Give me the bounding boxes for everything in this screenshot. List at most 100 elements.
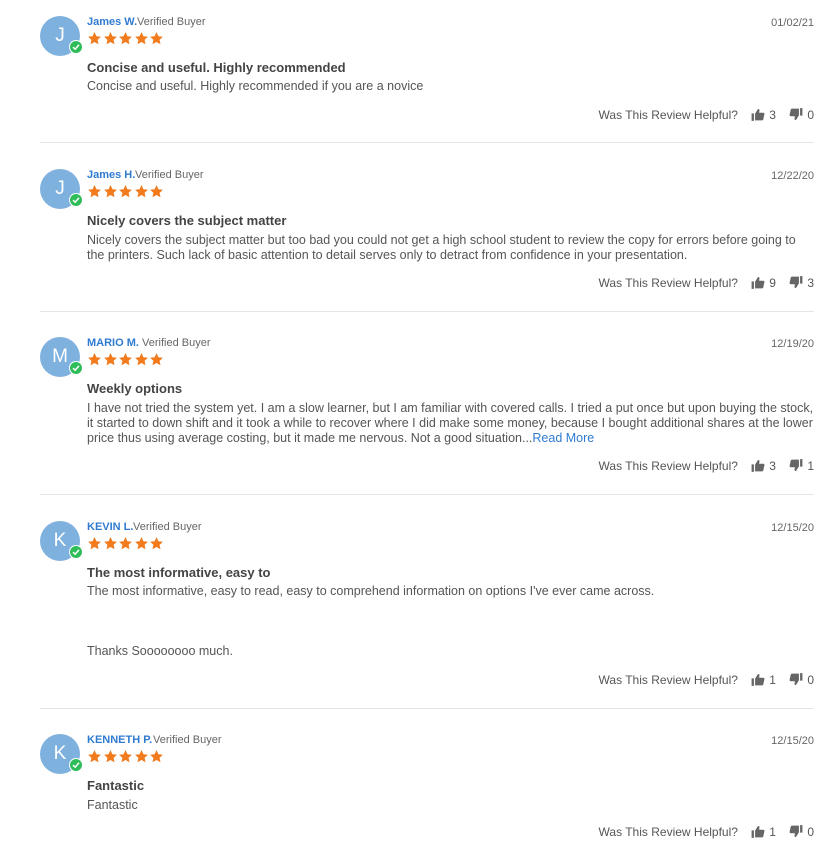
thumbs-down-icon[interactable]	[789, 673, 803, 689]
avatar-initial: M	[52, 346, 68, 367]
review-divider	[40, 494, 814, 495]
star-icon	[103, 31, 118, 46]
review-item: J James W. Verified Buyer 01/02/21 Conci…	[40, 16, 814, 126]
star-icon	[103, 352, 118, 367]
review-body: Fantastic	[87, 798, 138, 812]
downvote-count: 3	[807, 276, 814, 291]
review-item: K KEVIN L. Verified Buyer 12/15/20 The m…	[40, 521, 814, 691]
star-icon	[87, 184, 102, 199]
star-icon	[87, 352, 102, 367]
helpful-label: Was This Review Helpful?	[598, 673, 738, 688]
downvote-count: 1	[807, 459, 814, 474]
review-title: Weekly options	[87, 381, 183, 396]
review-body-text: I have not tried the system yet. I am a …	[87, 401, 814, 445]
review-item: J James H. Verified Buyer 12/22/20 Nicel…	[40, 169, 814, 295]
star-icon	[87, 749, 102, 764]
downvote-count: 0	[807, 108, 814, 123]
upvote-count: 3	[769, 459, 776, 474]
avatar-initial: K	[53, 743, 67, 764]
star-rating	[87, 184, 165, 200]
thumbs-down-icon[interactable]	[789, 825, 803, 841]
star-rating	[87, 31, 165, 47]
review-date: 12/15/20	[771, 522, 814, 534]
star-icon	[134, 31, 149, 46]
review-item: K KENNETH P. Verified Buyer 12/15/20 Fan…	[40, 734, 814, 850]
helpful-votes: Was This Review Helpful? 3 0	[599, 108, 814, 124]
read-more-link[interactable]: Read More	[532, 431, 594, 445]
star-icon	[134, 184, 149, 199]
helpful-label: Was This Review Helpful?	[598, 459, 738, 474]
star-icon	[118, 352, 133, 367]
thumbs-up-icon[interactable]	[751, 825, 765, 841]
reviewer-name[interactable]: KEVIN L.	[87, 521, 133, 533]
star-icon	[118, 31, 133, 46]
review-body: Nicely covers the subject matter but too…	[87, 233, 796, 262]
verified-check-icon	[69, 193, 83, 207]
star-icon	[134, 749, 149, 764]
review-body: I have not tried the system yet. I am a …	[87, 401, 814, 446]
reviewer-name[interactable]: KENNETH P.	[87, 734, 152, 746]
star-icon	[134, 352, 149, 367]
helpful-votes: Was This Review Helpful? 3 1	[599, 459, 814, 475]
star-icon	[149, 749, 164, 764]
review-date: 12/22/20	[771, 170, 814, 182]
verified-buyer-label: Verified Buyer	[137, 16, 206, 28]
thumbs-down-icon[interactable]	[789, 459, 803, 475]
helpful-votes: Was This Review Helpful? 1 0	[599, 825, 814, 841]
review-date: 12/15/20	[771, 735, 814, 747]
thumbs-up-icon[interactable]	[751, 673, 765, 689]
reviewer-name[interactable]: James W.	[87, 16, 137, 28]
helpful-label: Was This Review Helpful?	[598, 276, 738, 291]
helpful-votes: Was This Review Helpful? 9 3	[599, 276, 814, 292]
upvote-count: 9	[769, 276, 776, 291]
downvote-count: 0	[807, 673, 814, 688]
verified-buyer-label: Verified Buyer	[142, 337, 211, 349]
verified-check-icon	[69, 361, 83, 375]
verified-check-icon	[69, 545, 83, 559]
review-body: Concise and useful. Highly recommended i…	[87, 79, 424, 93]
star-icon	[87, 31, 102, 46]
verified-buyer-label: Verified Buyer	[153, 734, 222, 746]
review-title: Fantastic	[87, 778, 145, 793]
upvote-count: 1	[769, 673, 776, 688]
review-item: M MARIO M. Verified Buyer 12/19/20 Weekl…	[40, 337, 814, 477]
reviewer-name[interactable]: MARIO M.	[87, 337, 139, 349]
thumbs-down-icon[interactable]	[789, 108, 803, 124]
review-divider	[40, 708, 814, 709]
star-rating	[87, 536, 165, 552]
review-title: Nicely covers the subject matter	[87, 213, 287, 228]
review-body-second-paragraph: Thanks Soooooooo much.	[87, 644, 233, 658]
star-icon	[103, 749, 118, 764]
star-icon	[149, 352, 164, 367]
star-icon	[118, 184, 133, 199]
thumbs-up-icon[interactable]	[751, 276, 765, 292]
verified-buyer-label: Verified Buyer	[135, 169, 204, 181]
verified-check-icon	[69, 40, 83, 54]
avatar-initial: K	[53, 530, 67, 551]
star-icon	[103, 184, 118, 199]
star-icon	[118, 536, 133, 551]
star-icon	[134, 536, 149, 551]
star-icon	[87, 536, 102, 551]
review-title: The most informative, easy to	[87, 565, 271, 580]
verified-check-icon	[69, 758, 83, 772]
avatar-initial: J	[55, 178, 65, 199]
helpful-votes: Was This Review Helpful? 1 0	[599, 673, 814, 689]
star-rating	[87, 749, 165, 765]
thumbs-up-icon[interactable]	[751, 108, 765, 124]
avatar-initial: J	[55, 25, 65, 46]
star-icon	[118, 749, 133, 764]
downvote-count: 0	[807, 825, 814, 840]
star-rating	[87, 352, 165, 368]
review-date: 12/19/20	[771, 338, 814, 350]
thumbs-down-icon[interactable]	[789, 276, 803, 292]
helpful-label: Was This Review Helpful?	[598, 825, 738, 840]
reviewer-name[interactable]: James H.	[87, 169, 135, 181]
star-icon	[149, 536, 164, 551]
star-icon	[149, 184, 164, 199]
star-icon	[103, 536, 118, 551]
review-date: 01/02/21	[771, 17, 814, 29]
review-body: The most informative, easy to read, easy…	[87, 584, 655, 598]
thumbs-up-icon[interactable]	[751, 459, 765, 475]
review-title: Concise and useful. Highly recommended	[87, 60, 346, 75]
